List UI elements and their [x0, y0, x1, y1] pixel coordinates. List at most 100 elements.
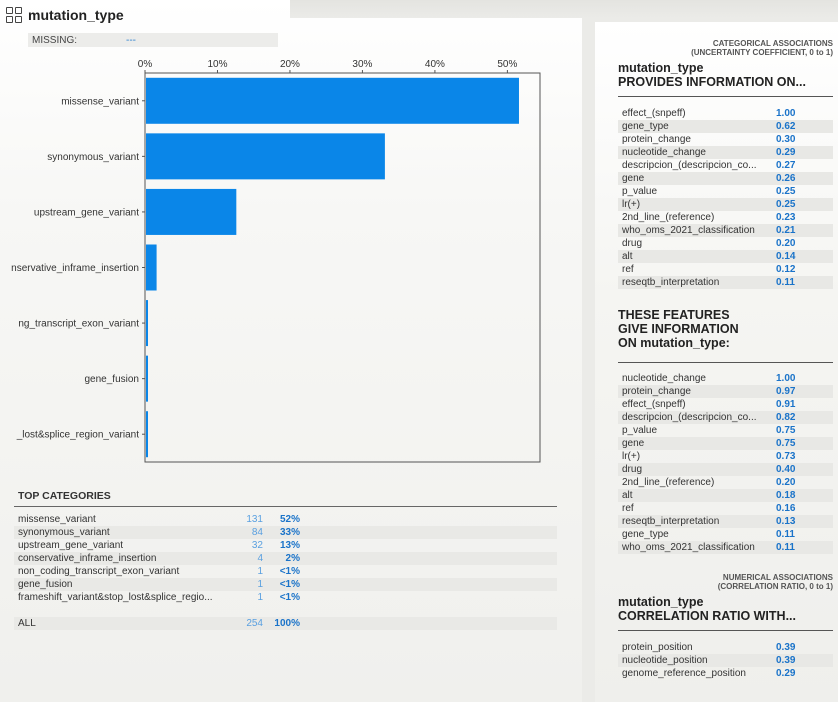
- association-row: 2nd_line_(reference) 0.20: [618, 476, 833, 489]
- plot-frame: [144, 72, 541, 463]
- association-row: protein_change 0.97: [618, 385, 833, 398]
- row-name: nucleotide_change: [622, 147, 706, 158]
- category-row: gene_fusion 1 <1%: [14, 578, 557, 591]
- row-name: p_value: [622, 425, 658, 436]
- row-value: 0.73: [776, 451, 796, 462]
- row-percent: <1%: [279, 592, 300, 603]
- bar: [146, 188, 237, 235]
- row-name: upstream_gene_variant: [18, 540, 124, 551]
- row-name: gene: [622, 173, 645, 184]
- row-value: 0.13: [776, 516, 796, 527]
- row-count: 1: [257, 592, 263, 603]
- categorical-title-line1: mutation_type: [618, 61, 704, 75]
- row-count: 84: [251, 527, 263, 538]
- row-value: 0.14: [776, 251, 796, 262]
- association-row: nucleotide_position 0.39: [618, 654, 833, 667]
- numerical-title: mutation_type CORRELATION RATIO WITH...: [618, 595, 796, 623]
- y-tick-label: synonymous_variant: [47, 152, 139, 163]
- all-row: ALL 254 100%: [14, 617, 557, 630]
- row-name: alt: [622, 251, 633, 262]
- categorical-associations-table: effect_(snpeff) 1.00 gene_type 0.62 protein_…: [618, 107, 833, 289]
- row-value: 0.39: [776, 642, 796, 653]
- category-bar-chart: 0% 10% 20% 30% 40% 50% missense_variantsynonym…: [11, 59, 541, 463]
- row-name: gene_type: [622, 121, 669, 132]
- row-name: 2nd_line_(reference): [622, 477, 715, 488]
- association-row: drug 0.20: [618, 237, 833, 250]
- association-row: genome_reference_position 0.29: [618, 667, 833, 680]
- row-name: ref: [622, 264, 634, 275]
- row-name: reseqtb_interpretation: [622, 277, 720, 288]
- divider: [618, 96, 833, 97]
- row-value: 0.82: [776, 412, 796, 423]
- row-value: 0.27: [776, 160, 796, 171]
- row-count: 32: [251, 540, 263, 551]
- row-name: reseqtb_interpretation: [622, 516, 720, 527]
- categorical-header-line1: CATEGORICAL ASSOCIATIONS: [712, 39, 833, 48]
- row-value: 0.97: [776, 386, 796, 397]
- category-row: frameshift_variant&stop_lost&splice_regi…: [14, 591, 557, 604]
- all-count: 254: [246, 618, 263, 629]
- x-tick-label: 30%: [352, 59, 372, 70]
- x-tick-label: 10%: [207, 59, 227, 70]
- row-value: 0.30: [776, 134, 796, 145]
- row-percent: 52%: [279, 514, 300, 525]
- row-percent: 2%: [285, 553, 300, 564]
- given-title-line2: GIVE INFORMATION: [618, 322, 739, 336]
- given-title-line3: ON mutation_type:: [618, 336, 730, 350]
- association-row: protein_position 0.39: [618, 641, 833, 654]
- association-row: effect_(snpeff) 1.00: [618, 107, 833, 120]
- row-name: conservative_inframe_insertion: [18, 553, 157, 564]
- association-row: ref 0.16: [618, 502, 833, 515]
- divider: [618, 630, 833, 631]
- top-categories-table: missense_variant 131 52% synonymous_variant…: [14, 513, 557, 604]
- row-value: 0.39: [776, 655, 796, 666]
- row-value: 0.12: [776, 264, 796, 275]
- feature-title: mutation_type: [28, 7, 124, 23]
- association-row: who_oms_2021_classification 0.21: [618, 224, 833, 237]
- summary-panel: mutation_type MISSING: --- 0% 10% 20% 30% 40…: [0, 0, 582, 702]
- row-count: 4: [257, 553, 263, 564]
- row-count: 1: [257, 566, 263, 577]
- row-name: missense_variant: [18, 514, 96, 525]
- row-name: descripcion_(descripcion_co...: [622, 412, 757, 423]
- row-name: who_oms_2021_classification: [622, 225, 755, 236]
- y-tick-label: gene_fusion: [85, 374, 140, 385]
- row-name: protein_change: [622, 386, 691, 397]
- bar: [146, 77, 519, 124]
- row-percent: <1%: [279, 579, 300, 590]
- row-name: nucleotide_position: [622, 655, 708, 666]
- association-row: who_oms_2021_classification 0.11: [618, 541, 833, 554]
- row-value: 0.25: [776, 186, 796, 197]
- row-name: lr(+): [622, 451, 641, 462]
- association-row: reseqtb_interpretation 0.11: [618, 276, 833, 289]
- y-tick-label: upstream_gene_variant: [34, 207, 139, 218]
- y-tick-label: ng_transcript_exon_variant: [18, 319, 139, 330]
- row-name: non_coding_transcript_exon_variant: [18, 566, 180, 577]
- association-row: nucleotide_change 0.29: [618, 146, 833, 159]
- bar: [146, 411, 148, 458]
- numerical-associations-header: NUMERICAL ASSOCIATIONS (CORRELATION RATI…: [718, 573, 833, 591]
- category-row: upstream_gene_variant 32 13%: [14, 539, 557, 552]
- all-pct: 100%: [274, 618, 300, 629]
- missing-label: MISSING:: [32, 34, 78, 46]
- association-row: gene 0.26: [618, 172, 833, 185]
- given-features-title: THESE FEATURES GIVE INFORMATION ON mutat…: [618, 308, 739, 350]
- divider: [14, 506, 557, 507]
- association-row: gene 0.75: [618, 437, 833, 450]
- category-row: missense_variant 131 52%: [14, 513, 557, 526]
- row-percent: <1%: [279, 566, 300, 577]
- numerical-title-line2: CORRELATION RATIO WITH...: [618, 609, 796, 623]
- association-row: lr(+) 0.73: [618, 450, 833, 463]
- feature-header: mutation_type: [6, 5, 124, 25]
- x-tick-label: 50%: [497, 59, 517, 70]
- y-tick-label: missense_variant: [61, 96, 139, 107]
- category-row: conservative_inframe_insertion 4 2%: [14, 552, 557, 565]
- row-value: 0.75: [776, 425, 796, 436]
- association-row: protein_change 0.30: [618, 133, 833, 146]
- row-name: gene: [622, 438, 645, 449]
- row-name: nucleotide_change: [622, 373, 706, 384]
- row-name: drug: [622, 238, 643, 249]
- row-value: 0.18: [776, 490, 796, 501]
- all-label: ALL: [18, 618, 36, 629]
- row-name: descripcion_(descripcion_co...: [622, 160, 757, 171]
